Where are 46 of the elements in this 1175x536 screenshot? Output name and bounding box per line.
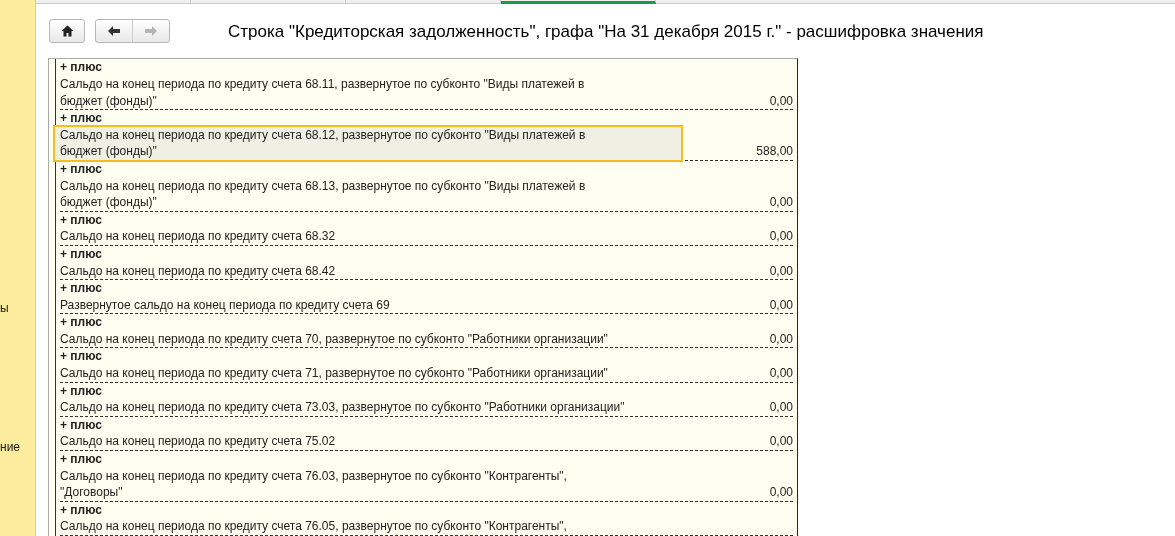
back-arrow-icon bbox=[107, 25, 121, 38]
home-icon bbox=[60, 25, 74, 38]
window-title: Строка "Кредиторская задолженность", графа "На 31 декабря 2015 г." - расшифровка значения bbox=[228, 20, 984, 43]
row-description[interactable]: Сальдо на конец периода по кредиту счета 68.42 bbox=[55, 262, 681, 280]
row-description[interactable]: Сальдо на конец периода по кредиту счета 68.32 bbox=[55, 228, 681, 245]
sign-label: + плюс bbox=[60, 416, 103, 434]
sign-label: + плюс bbox=[60, 160, 103, 178]
sign-label: + плюс bbox=[60, 211, 103, 229]
row-description[interactable]: Сальдо на конец периода по кредиту счета 68.11, развернутое по субконто "Виды платежей в бюджет (фонды)" bbox=[55, 75, 681, 110]
row-value: 0,00 bbox=[769, 194, 793, 211]
row-description[interactable]: Сальдо на конец периода по кредиту счета 68.13, развернутое по субконто "Виды платежей в бюджет (фонды)" bbox=[55, 177, 681, 211]
row-description[interactable]: Сальдо на конец периода по кредиту счета 75.02 bbox=[55, 433, 681, 451]
sign-label: + плюс bbox=[60, 110, 103, 127]
row-value: 0,00 bbox=[769, 433, 793, 451]
sign-label: + плюс bbox=[60, 382, 103, 400]
top-tab[interactable] bbox=[36, 0, 191, 5]
sign-label: + плюс bbox=[60, 314, 103, 331]
row-value: 0,00 bbox=[769, 330, 793, 348]
row-description[interactable]: Сальдо на конец периода по кредиту счета 70, развернутое по субконто "Работники организации" bbox=[55, 330, 681, 348]
row-description[interactable]: Сальдо на конец периода по кредиту счета 73.03, развернутое по субконто "Работники организации" bbox=[55, 399, 681, 416]
row-description[interactable]: Сальдо на конец периода по кредиту счета 68.12, развернутое по субконто "Виды платежей в бюджет (фонды)" bbox=[55, 126, 681, 160]
forward-arrow-icon bbox=[144, 25, 158, 38]
sign-label: + плюс bbox=[60, 280, 103, 297]
row-value: 0,00 bbox=[769, 296, 793, 314]
home-button[interactable] bbox=[49, 19, 85, 44]
row-value: 0,00 bbox=[769, 92, 793, 110]
top-tab[interactable] bbox=[191, 0, 346, 5]
row-value: 0,00 bbox=[769, 365, 793, 382]
sign-label: + плюс bbox=[60, 501, 103, 519]
row-value: 0,00 bbox=[769, 228, 793, 245]
row-description[interactable]: Сальдо на конец периода по кредиту счета 76.05, развернутое по субконто "Контрагенты", bbox=[55, 518, 681, 535]
row-description[interactable]: Сальдо на конец периода по кредиту счета 71, развернутое по субконто "Работники организации" bbox=[55, 365, 681, 382]
sign-label: + плюс bbox=[60, 245, 103, 263]
top-tab[interactable] bbox=[346, 0, 501, 5]
row-value: 0,00 bbox=[769, 484, 793, 501]
row-value: 0,00 bbox=[769, 262, 793, 280]
sign-label: + плюс bbox=[60, 348, 103, 366]
row-value: 588,00 bbox=[756, 143, 793, 160]
row-value: 0,00 bbox=[769, 399, 793, 416]
sidebar-item[interactable]: ние bbox=[0, 438, 20, 456]
top-tab[interactable] bbox=[501, 0, 656, 5]
sign-label: + плюс bbox=[60, 59, 103, 76]
row-description[interactable]: Развернутое сальдо на конец периода по кредиту счета 69 bbox=[55, 296, 681, 314]
sidebar-item[interactable]: ы bbox=[0, 299, 9, 317]
row-description[interactable]: Сальдо на конец периода по кредиту счета 76.03, развернутое по субконто "Контрагенты", "Договоры" bbox=[55, 467, 681, 501]
sign-label: + плюс bbox=[60, 451, 103, 468]
